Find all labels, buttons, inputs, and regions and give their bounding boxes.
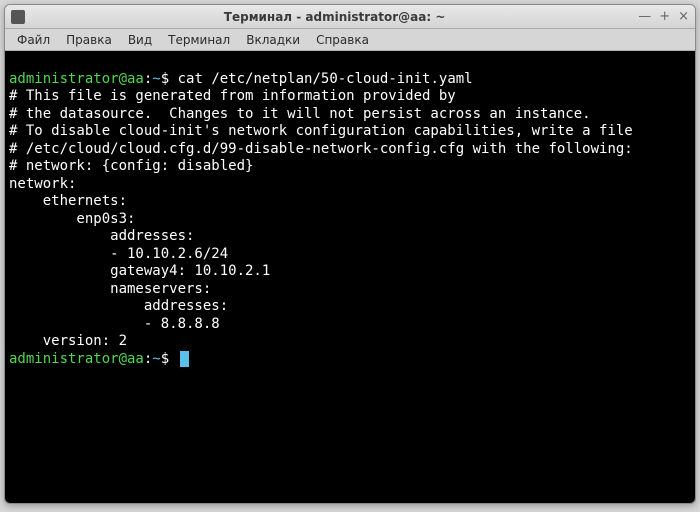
command-text: cat /etc/netplan/50-cloud-init.yaml — [178, 71, 473, 87]
output-line: - 10.10.2.6/24 — [9, 246, 228, 262]
prompt-sym: $ — [161, 351, 169, 367]
output-line: - 8.8.8.8 — [9, 316, 220, 332]
terminal-area[interactable]: administrator@aa:~$ cat /etc/netplan/50-… — [5, 51, 695, 503]
prompt-path: ~ — [152, 71, 160, 87]
output-line: ethernets: — [9, 193, 127, 209]
menu-edit[interactable]: Правка — [58, 31, 120, 49]
minimize-button[interactable]: — — [638, 10, 651, 23]
titlebar[interactable]: Терминал - administrator@aa: ~ — + × — [5, 5, 695, 29]
app-icon — [11, 10, 25, 24]
window-controls: — + × — [638, 10, 689, 23]
output-line: addresses: — [9, 228, 194, 244]
cursor — [180, 351, 189, 367]
menu-terminal[interactable]: Терминал — [160, 31, 238, 49]
menu-tabs[interactable]: Вкладки — [238, 31, 308, 49]
output-line: addresses: — [9, 298, 228, 314]
output-line: gateway4: 10.10.2.1 — [9, 263, 270, 279]
output-line: network: — [9, 176, 76, 192]
output-line: version: 2 — [9, 333, 127, 349]
prompt-user: administrator@aa — [9, 351, 144, 367]
output-line: nameservers: — [9, 281, 211, 297]
output-line: # /etc/cloud/cloud.cfg.d/99-disable-netw… — [9, 141, 633, 157]
output-line: # To disable cloud-init's network config… — [9, 123, 633, 139]
output-line: enp0s3: — [9, 211, 135, 227]
prompt-sym: $ — [161, 71, 169, 87]
menu-file[interactable]: Файл — [9, 31, 58, 49]
output-line: # This file is generated from informatio… — [9, 88, 456, 104]
menu-help[interactable]: Справка — [308, 31, 377, 49]
prompt-user: administrator@aa — [9, 71, 144, 87]
window-title: Терминал - administrator@aa: ~ — [31, 10, 638, 24]
output-line: # network: {config: disabled} — [9, 158, 253, 174]
output-line: # the datasource. Changes to it will not… — [9, 106, 591, 122]
maximize-button[interactable]: + — [659, 10, 670, 23]
terminal-window: Терминал - administrator@aa: ~ — + × Фай… — [4, 4, 696, 504]
prompt-path: ~ — [152, 351, 160, 367]
menu-view[interactable]: Вид — [120, 31, 160, 49]
menubar: Файл Правка Вид Терминал Вкладки Справка — [5, 29, 695, 51]
close-button[interactable]: × — [678, 10, 689, 23]
